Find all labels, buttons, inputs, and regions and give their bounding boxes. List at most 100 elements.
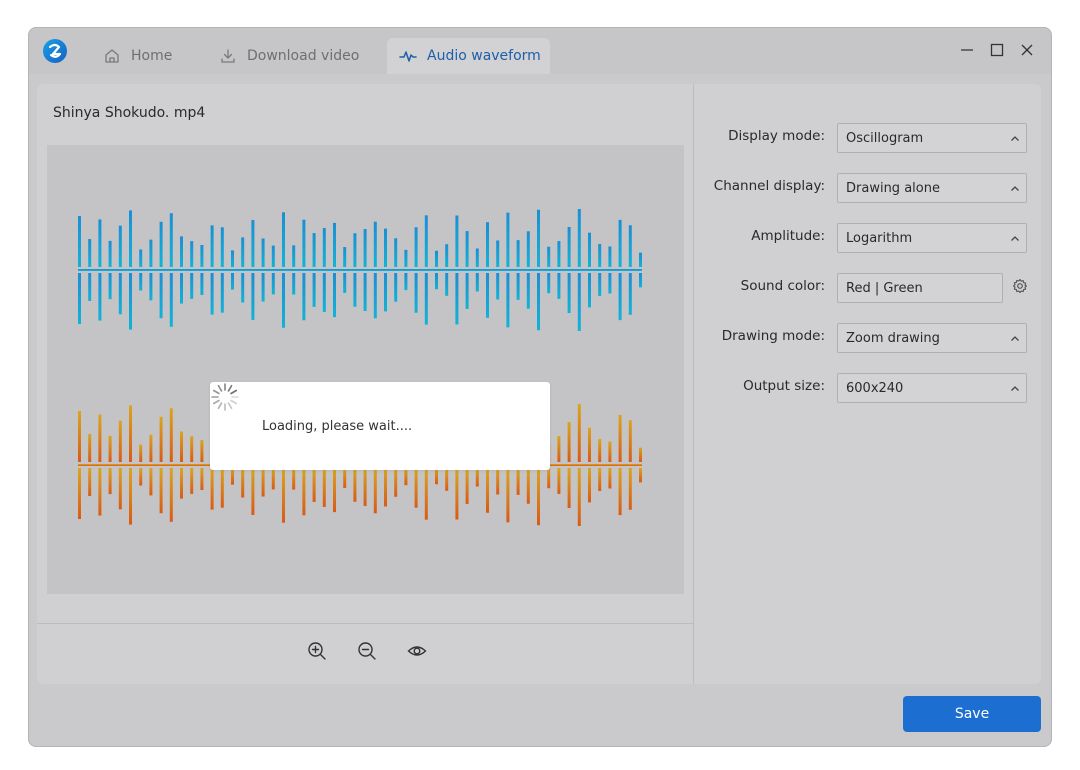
- spinner-tick: [230, 389, 238, 395]
- waveform-bar: [129, 468, 132, 525]
- app-logo-icon: [42, 38, 68, 64]
- waveform-bar: [363, 229, 367, 267]
- waveform-bar: [567, 273, 571, 314]
- spinner-tick: [212, 389, 220, 395]
- amplitude-value: Logarithm: [846, 230, 913, 246]
- output-size-label: Output size:: [743, 378, 825, 394]
- minimize-button[interactable]: [956, 40, 978, 62]
- waveform-bar: [292, 273, 296, 295]
- waveform-bar: [169, 213, 173, 267]
- maximize-button[interactable]: [986, 40, 1008, 62]
- sound-color-field[interactable]: Red | Green: [837, 273, 1003, 303]
- waveform-bar: [98, 219, 102, 267]
- waveform-bar: [78, 273, 81, 325]
- waveform-bar: [557, 436, 561, 462]
- waveform-bar: [496, 468, 500, 495]
- waveform-bar: [333, 273, 336, 318]
- waveform-bar: [475, 273, 479, 292]
- waveform-bar: [618, 468, 622, 516]
- sound-color-settings-button[interactable]: [1011, 278, 1029, 297]
- waveform-bar: [384, 273, 387, 312]
- waveform-bar: [424, 215, 428, 267]
- waveform-bar: [618, 273, 622, 321]
- save-button[interactable]: Save: [903, 696, 1041, 732]
- waveform-bar: [547, 246, 551, 267]
- waveform-bar: [88, 239, 92, 267]
- display-mode-value: Oscillogram: [846, 130, 924, 146]
- waveform-bar: [475, 468, 479, 487]
- zoom-out-button[interactable]: [355, 641, 379, 665]
- tab-download-video[interactable]: Download video: [219, 38, 359, 74]
- drawing-mode-select[interactable]: Zoom drawing: [837, 323, 1027, 353]
- file-name: Shinya Shokudo. mp4: [53, 105, 206, 121]
- spinner-tick: [227, 384, 233, 392]
- waveform-bar: [108, 240, 112, 267]
- waveform-bar: [404, 468, 408, 486]
- tab-home[interactable]: Home: [103, 38, 172, 74]
- waveform-bar: [98, 273, 102, 321]
- waveform-bar: [312, 233, 316, 267]
- waveform-bar: [537, 273, 540, 331]
- channel-display-select[interactable]: Drawing alone: [837, 173, 1027, 203]
- loading-dialog: Loading, please wait....: [210, 382, 550, 470]
- waveform-bar: [159, 273, 163, 319]
- eye-icon: [407, 641, 427, 665]
- waveform-bar: [404, 249, 408, 267]
- waveform-bar: [251, 220, 255, 267]
- waveform-bar: [506, 468, 510, 523]
- main-content: Shinya Shokudo. mp4 Loading, please wait…: [37, 84, 1041, 684]
- waveform-bar: [98, 468, 102, 516]
- waveform-bar: [159, 221, 163, 267]
- drawing-mode-label: Drawing mode:: [721, 328, 825, 344]
- waveform-bar: [343, 273, 347, 293]
- close-button[interactable]: [1016, 40, 1038, 62]
- waveform-bar: [302, 273, 306, 321]
- waveform-bar: [129, 405, 132, 462]
- waveform-bar: [608, 441, 612, 462]
- chevron-up-icon: [1010, 133, 1020, 143]
- amplitude-select[interactable]: Logarithm: [837, 223, 1027, 253]
- waveform-bar: [414, 273, 418, 313]
- waveform-bar: [608, 468, 612, 489]
- waveform-bar: [465, 231, 469, 267]
- chevron-up-icon: [1010, 333, 1020, 343]
- title-bar: Home Download video Audio waveform: [29, 28, 1051, 74]
- waveform-bar: [516, 468, 520, 495]
- chevron-up-icon: [1010, 383, 1020, 393]
- waveform-bar: [353, 273, 357, 307]
- display-mode-select[interactable]: Oscillogram: [837, 123, 1027, 153]
- preview-button[interactable]: [405, 641, 429, 665]
- waveform-bar: [557, 468, 561, 494]
- waveform-bar: [435, 250, 438, 267]
- output-size-select[interactable]: 600x240: [837, 373, 1027, 403]
- waveform-bar: [486, 273, 489, 318]
- chevron-up-icon: [1010, 233, 1020, 243]
- waveform-bar: [159, 468, 163, 514]
- waveform-bar: [486, 468, 489, 513]
- waveform-bar: [598, 244, 602, 267]
- waveform-bar: [384, 468, 387, 507]
- waveform-canvas: [78, 209, 642, 526]
- preview-toolbar: [37, 623, 694, 684]
- waveform-bar: [608, 246, 612, 267]
- settings-panel: Display mode: Oscillogram Channel displa…: [695, 84, 1041, 684]
- waveform-bar: [292, 468, 296, 490]
- waveform-bar: [373, 273, 377, 319]
- waveform-bar: [577, 273, 581, 331]
- waveform-bar: [261, 238, 265, 267]
- waveform-bar: [557, 241, 561, 267]
- waveform-bar: [200, 273, 204, 295]
- waveform-bar: [149, 468, 153, 496]
- waveform-bar: [404, 273, 408, 291]
- waveform-bar: [180, 236, 183, 267]
- waveform-bar: [628, 225, 632, 267]
- waveform-bar: [149, 239, 153, 267]
- waveform-bar: [343, 247, 347, 267]
- waveform-bar: [333, 468, 336, 513]
- waveform-bar: [231, 273, 234, 290]
- waveform-bar: [455, 215, 459, 267]
- zoom-in-button[interactable]: [305, 641, 329, 665]
- waveform-midline: [78, 269, 642, 271]
- waveform-bar: [129, 210, 132, 267]
- tab-audio-waveform[interactable]: Audio waveform: [387, 38, 550, 74]
